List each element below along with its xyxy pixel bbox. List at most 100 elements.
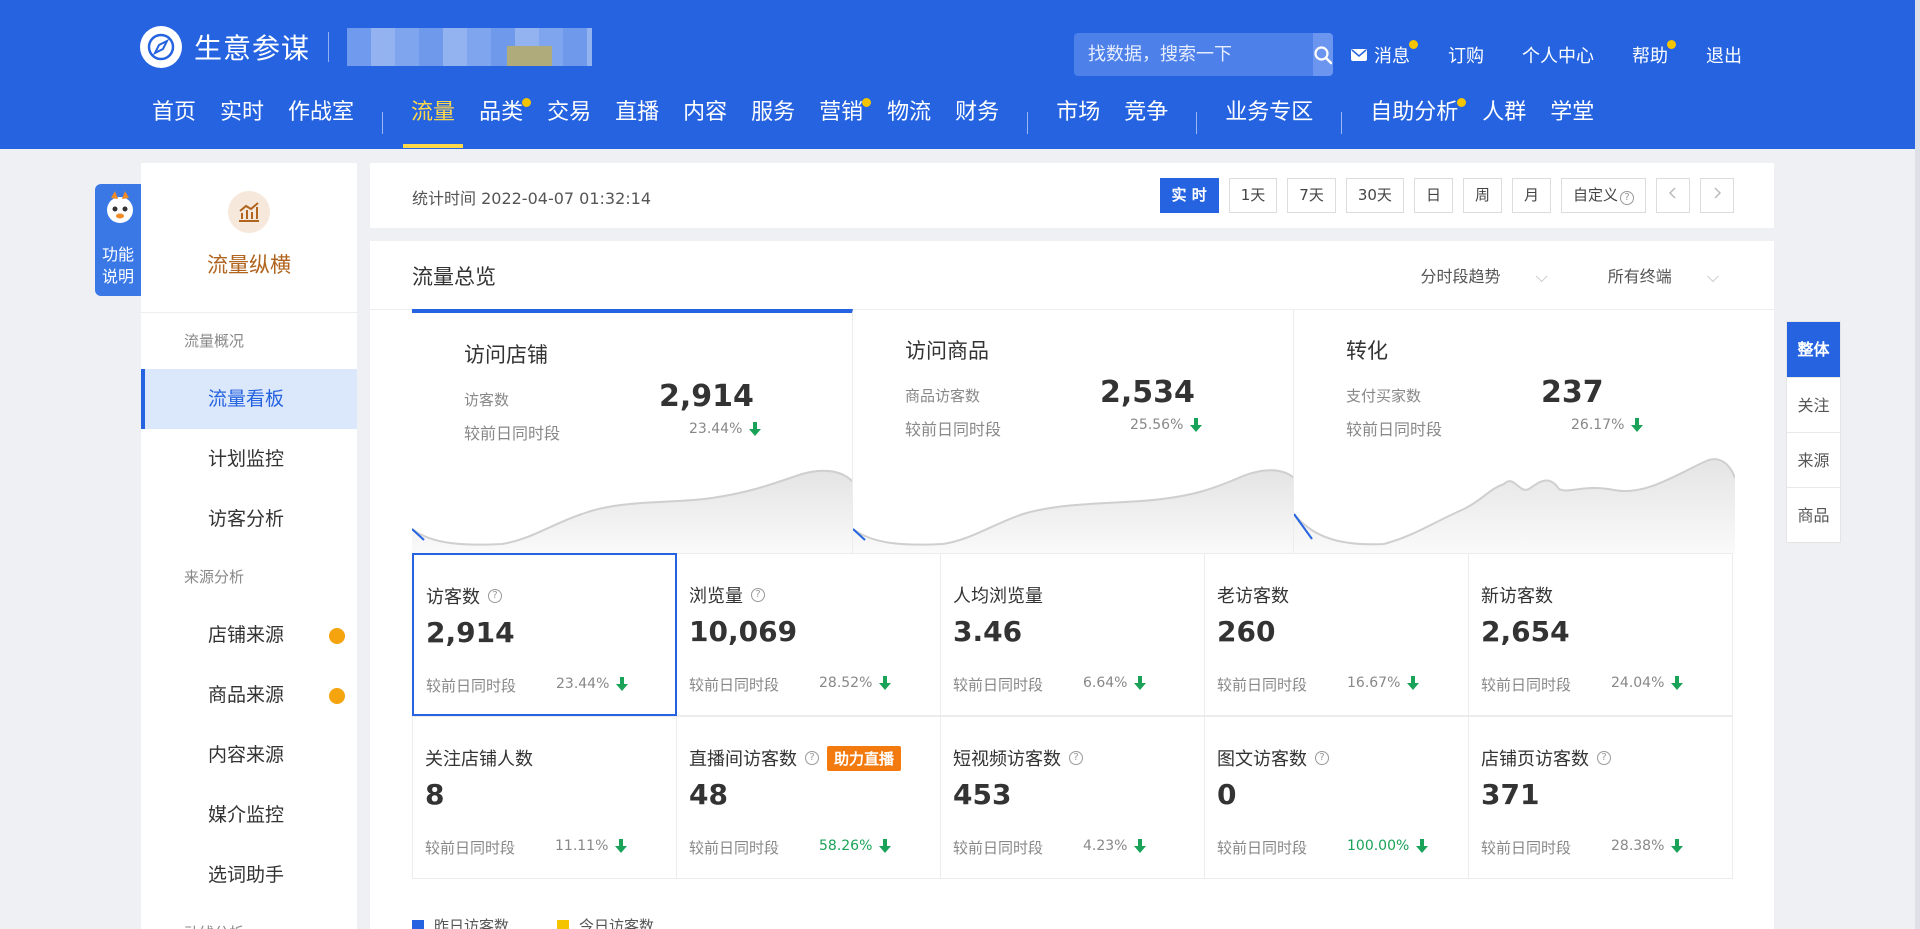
sidebar-item-content-source[interactable]: 内容来源 <box>141 725 357 785</box>
sidebar-title: 流量纵横 <box>207 253 291 277</box>
logout-link[interactable]: 退出 <box>1706 42 1742 68</box>
terminal-dropdown[interactable]: 所有终端 ⌵ <box>1578 263 1719 287</box>
nav-home[interactable]: 首页 <box>140 98 208 148</box>
range-month-button[interactable]: 月 <box>1511 178 1551 213</box>
metric-avg-pageviews[interactable]: 人均浏览量 3.46 较前日同时段 6.64% <box>940 553 1205 716</box>
brand-divider <box>328 32 330 62</box>
right-float-tabs: 整体 关注 来源 商品 <box>1786 321 1841 543</box>
time-range-buttons: 实 时 1天 7天 30天 日 周 月 自定义? <box>1150 178 1734 213</box>
sidebar-item-keyword-helper[interactable]: 选词助手 <box>141 845 357 905</box>
nav-academy[interactable]: 学堂 <box>1538 98 1606 148</box>
legend-today[interactable]: 今日访客数 <box>557 915 654 929</box>
nav-war-room[interactable]: 作战室 <box>276 98 366 148</box>
sidebar-item-media-monitor[interactable]: 媒介监控 <box>141 785 357 845</box>
sidebar-group-overview: 流量概况 <box>184 332 245 350</box>
panel-options: 分时段趋势 ⌵ 所有终端 ⌵ <box>1361 263 1720 287</box>
nav-content[interactable]: 内容 <box>671 98 739 148</box>
nav-live[interactable]: 直播 <box>603 98 671 148</box>
tab-follow[interactable]: 关注 <box>1787 377 1840 432</box>
chevron-right-icon <box>1714 187 1722 199</box>
panel-title: 流量总览 <box>412 265 496 289</box>
personal-center-link[interactable]: 个人中心 <box>1522 42 1594 68</box>
help-link[interactable]: 帮助 <box>1632 40 1676 68</box>
nav-service[interactable]: 服务 <box>739 98 807 148</box>
metric-image-text-visitors[interactable]: 图文访客数? 0 较前日同时段 100.00% <box>1204 716 1469 879</box>
top-links: 消息 订购 个人中心 帮助 退出 <box>1350 40 1780 68</box>
nav-traffic[interactable]: 流量 <box>399 98 467 148</box>
help-icon[interactable]: ? <box>488 589 502 603</box>
overview-card-conversion[interactable]: 转化 支付买家数 237 较前日同时段 26.17% <box>1294 309 1735 554</box>
tab-product[interactable]: 商品 <box>1787 487 1840 542</box>
down-arrow-icon <box>1671 676 1684 690</box>
sidebar-item-visitor-analysis[interactable]: 访客分析 <box>141 489 357 549</box>
brand-logo[interactable]: 生意参谋 <box>140 26 593 68</box>
sidebar-item-shop-source[interactable]: 店铺来源 <box>141 605 357 665</box>
metric-returning-visitors[interactable]: 老访客数 260 较前日同时段 16.67% <box>1204 553 1469 716</box>
nav-category[interactable]: 品类 <box>467 98 535 148</box>
brand-name: 生意参谋 <box>194 32 311 65</box>
tab-source[interactable]: 来源 <box>1787 432 1840 487</box>
down-arrow-icon <box>616 677 629 691</box>
help-icon[interactable]: ? <box>1069 751 1083 765</box>
range-custom-button[interactable]: 自定义? <box>1560 178 1646 213</box>
messages-link[interactable]: 消息 <box>1350 40 1418 68</box>
sidebar-item-traffic-board[interactable]: 流量看板 <box>141 369 357 429</box>
help-icon[interactable]: ? <box>1597 751 1611 765</box>
nav-business-zone[interactable]: 业务专区 <box>1213 98 1325 148</box>
help-icon[interactable]: ? <box>805 751 819 765</box>
metric-visitors[interactable]: 访客数? 2,914 较前日同时段 23.44% <box>412 553 677 716</box>
nav-self-analysis[interactable]: 自助分析 <box>1358 98 1470 148</box>
metric-shop-followers[interactable]: 关注店铺人数 8 较前日同时段 11.11% <box>412 716 677 879</box>
nav-finance[interactable]: 财务 <box>943 98 1011 148</box>
range-day-button[interactable]: 日 <box>1413 178 1453 213</box>
metric-shop-page-visitors[interactable]: 店铺页访客数? 371 较前日同时段 28.38% <box>1468 716 1733 879</box>
range-30d-button[interactable]: 30天 <box>1345 178 1404 213</box>
nav-logistics[interactable]: 物流 <box>875 98 943 148</box>
nav-competition[interactable]: 竞争 <box>1112 98 1180 148</box>
subscribe-link[interactable]: 订购 <box>1448 42 1484 68</box>
range-realtime-button[interactable]: 实 时 <box>1159 178 1219 213</box>
legend-yesterday[interactable]: 昨日访客数 <box>412 915 509 929</box>
down-arrow-icon <box>1407 676 1420 690</box>
metric-new-visitors[interactable]: 新访客数 2,654 较前日同时段 24.04% <box>1468 553 1733 716</box>
nav-crowd[interactable]: 人群 <box>1470 98 1538 148</box>
compass-icon <box>140 26 182 68</box>
tab-overall[interactable]: 整体 <box>1787 322 1840 377</box>
down-arrow-icon <box>615 839 628 853</box>
notification-dot <box>522 98 532 107</box>
search-input[interactable] <box>1074 33 1313 76</box>
nav-marketing[interactable]: 营销 <box>807 98 875 148</box>
chevron-down-icon: ⌵ <box>1706 267 1719 286</box>
trend-dropdown[interactable]: 分时段趋势 ⌵ <box>1391 263 1548 287</box>
notification-dot <box>329 688 345 704</box>
feature-guide-tab[interactable]: 功能 说明 <box>95 184 141 296</box>
sidebar-item-plan-monitor[interactable]: 计划监控 <box>141 429 357 489</box>
nav-trade[interactable]: 交易 <box>535 98 603 148</box>
chevron-down-icon: ⌵ <box>1535 267 1548 286</box>
down-arrow-icon <box>1416 839 1429 853</box>
nav-market[interactable]: 市场 <box>1044 98 1112 148</box>
sidebar-group-source: 来源分析 <box>184 568 245 586</box>
metric-live-visitors[interactable]: 直播间访客数? 助力直播 48 较前日同时段 58.26% <box>676 716 941 879</box>
search-icon <box>1314 45 1333 64</box>
help-icon[interactable]: ? <box>751 588 765 602</box>
nav-realtime[interactable]: 实时 <box>208 98 276 148</box>
overview-card-shop[interactable]: 访问店铺 访客数 2,914 较前日同时段 23.44% <box>412 309 853 554</box>
next-period-button[interactable] <box>1700 178 1734 213</box>
range-1d-button[interactable]: 1天 <box>1228 178 1278 213</box>
sidebar-item-product-source[interactable]: 商品来源 <box>141 665 357 725</box>
notification-dot <box>1667 40 1676 49</box>
range-7d-button[interactable]: 7天 <box>1287 178 1336 213</box>
metric-pageviews[interactable]: 浏览量? 10,069 较前日同时段 28.52% <box>676 553 941 716</box>
nav-divider <box>382 112 384 134</box>
metric-short-video-visitors[interactable]: 短视频访客数? 453 较前日同时段 4.23% <box>940 716 1205 879</box>
help-icon[interactable]: ? <box>1315 751 1329 765</box>
trend-sparkline <box>1294 458 1735 554</box>
page-scrollbar[interactable] <box>1915 0 1920 929</box>
boost-live-badge[interactable]: 助力直播 <box>827 745 902 771</box>
overview-card-product[interactable]: 访问商品 商品访客数 2,534 较前日同时段 25.56% <box>853 309 1294 554</box>
search-button[interactable] <box>1313 33 1333 76</box>
down-arrow-icon <box>1190 418 1203 432</box>
prev-period-button[interactable] <box>1656 178 1690 213</box>
range-week-button[interactable]: 周 <box>1462 178 1502 213</box>
